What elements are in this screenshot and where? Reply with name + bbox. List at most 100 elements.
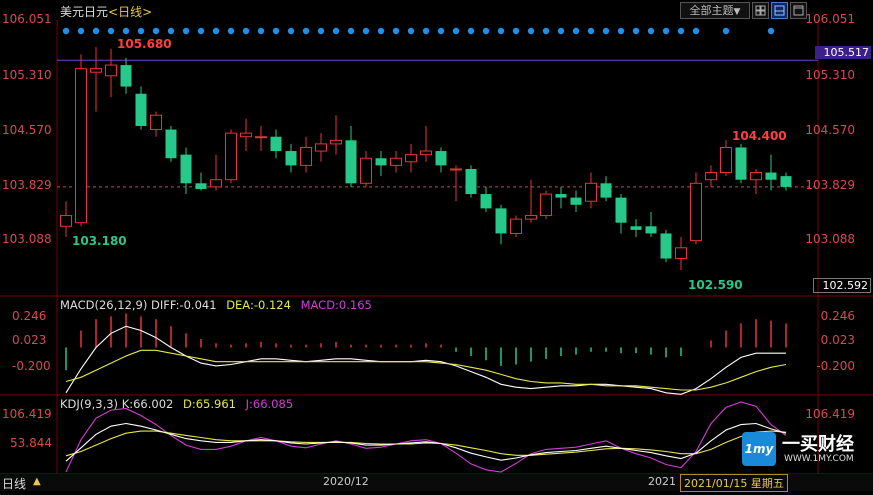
period-button-label: 日线 bbox=[2, 477, 27, 491]
min-annotation: 102.590 bbox=[688, 278, 743, 292]
candle-body bbox=[765, 172, 777, 180]
candle-body bbox=[60, 215, 72, 227]
signal-dot bbox=[392, 27, 400, 35]
candle-body bbox=[420, 150, 432, 156]
candle-body bbox=[555, 194, 567, 198]
axis-tick: 105.310 bbox=[2, 68, 52, 82]
signal-dot bbox=[497, 27, 505, 35]
signal-dot bbox=[212, 27, 220, 35]
x-tick-left: 2020/12 bbox=[323, 475, 369, 488]
signal-dot bbox=[182, 27, 190, 35]
axis-tick: 53.844 bbox=[10, 436, 52, 450]
candle-body bbox=[570, 197, 582, 205]
cursor-date-value: 2021/01/15 bbox=[684, 477, 748, 490]
signal-dot bbox=[677, 27, 685, 35]
signal-dot bbox=[557, 27, 565, 35]
candle-body bbox=[225, 132, 237, 181]
candle-body bbox=[435, 151, 447, 166]
candle-body bbox=[390, 157, 402, 166]
candle-body bbox=[540, 193, 552, 217]
signal-dot bbox=[227, 27, 235, 35]
chart-area[interactable]: 美元日元<日线> 全部主题▼ 106.051 105.310 104.570 1… bbox=[0, 0, 873, 492]
signal-dot bbox=[572, 27, 580, 35]
diff-value: DIFF:-0.041 bbox=[151, 298, 217, 312]
candle-body bbox=[270, 136, 282, 152]
candle-body bbox=[375, 158, 387, 166]
axis-tick: 106.051 bbox=[2, 12, 52, 26]
signal-dot bbox=[197, 27, 205, 35]
axis-tick: 0.246 bbox=[12, 309, 47, 323]
x-tick-year: 2021 bbox=[648, 475, 676, 488]
signal-dot bbox=[77, 27, 85, 35]
kdj-title: KDJ(9,3,3) bbox=[60, 397, 119, 411]
candle-body bbox=[165, 129, 177, 159]
candle-body bbox=[735, 147, 747, 180]
signal-dot bbox=[137, 27, 145, 35]
candle-body bbox=[345, 140, 357, 184]
signal-dot bbox=[587, 27, 595, 35]
candle-body bbox=[285, 151, 297, 166]
signal-dot bbox=[92, 27, 100, 35]
theme-selector[interactable]: 全部主题▼ bbox=[680, 2, 750, 19]
macd-legend: MACD(26,12,9) DIFF:-0.041 DEA:-0.124 MAC… bbox=[60, 298, 372, 312]
candle-body bbox=[135, 93, 147, 126]
kdj-legend: KDJ(9,3,3) K:66.002 D:65.961 J:66.085 bbox=[60, 397, 293, 411]
signal-dot bbox=[347, 27, 355, 35]
brand-name: 一买财经 bbox=[782, 434, 854, 455]
axis-tick: 106.419 bbox=[2, 407, 52, 421]
symbol-name: 美元日元 bbox=[60, 5, 109, 19]
candle-body bbox=[300, 146, 312, 166]
chevron-up-icon[interactable]: ▲ bbox=[33, 476, 41, 487]
grid-icon[interactable] bbox=[752, 2, 769, 19]
d-value: D:65.961 bbox=[183, 397, 236, 411]
macd-value: MACD:0.165 bbox=[300, 298, 372, 312]
candle-body bbox=[315, 143, 327, 152]
cursor-date: 2021/01/15 星期五 bbox=[680, 474, 788, 492]
candle-body bbox=[780, 176, 792, 187]
signal-dot bbox=[512, 27, 520, 35]
signal-dot bbox=[302, 27, 310, 35]
candle-body bbox=[465, 168, 477, 195]
axis-tick: 0.023 bbox=[820, 333, 855, 347]
signal-dot bbox=[362, 27, 370, 35]
signal-dot bbox=[272, 27, 280, 35]
brand-url: WWW.1MY.COM bbox=[784, 454, 854, 464]
signal-dot bbox=[287, 27, 295, 35]
candle-body bbox=[195, 183, 207, 190]
layout-icon[interactable] bbox=[771, 2, 788, 19]
signal-dot bbox=[377, 27, 385, 35]
candle-body bbox=[90, 68, 102, 73]
j-value: J:66.085 bbox=[245, 397, 294, 411]
k-value: K:66.002 bbox=[121, 397, 174, 411]
signal-dot bbox=[437, 27, 445, 35]
max-annotation: 105.680 bbox=[117, 37, 172, 51]
axis-tick: -0.200 bbox=[816, 359, 855, 373]
signal-dot bbox=[257, 27, 265, 35]
signal-dot bbox=[662, 27, 670, 35]
signal-dot bbox=[527, 27, 535, 35]
candle-body bbox=[720, 146, 732, 174]
chevron-down-icon: ▼ bbox=[733, 7, 741, 17]
signal-dot bbox=[167, 27, 175, 35]
candle-body bbox=[480, 194, 492, 209]
signal-dot bbox=[542, 27, 550, 35]
candle-body bbox=[450, 168, 462, 171]
candle-body bbox=[645, 226, 657, 234]
candle-body bbox=[495, 208, 507, 234]
signal-dot bbox=[332, 27, 340, 35]
brand-logo: 1my bbox=[742, 432, 776, 466]
signal-dot bbox=[317, 27, 325, 35]
chart-canvas[interactable] bbox=[0, 0, 873, 491]
axis-tick: 0.246 bbox=[820, 309, 855, 323]
candle-body bbox=[675, 247, 687, 260]
axis-tick: 104.570 bbox=[805, 123, 855, 137]
signal-dot bbox=[482, 27, 490, 35]
candle-body bbox=[210, 179, 222, 188]
period-button[interactable]: 日线 bbox=[2, 475, 26, 492]
candle-body bbox=[615, 197, 627, 223]
candle-body bbox=[690, 182, 702, 242]
axis-tick: 103.088 bbox=[805, 232, 855, 246]
axis-tick: 0.023 bbox=[12, 333, 47, 347]
candle-body bbox=[600, 183, 612, 198]
candle-body bbox=[240, 132, 252, 138]
